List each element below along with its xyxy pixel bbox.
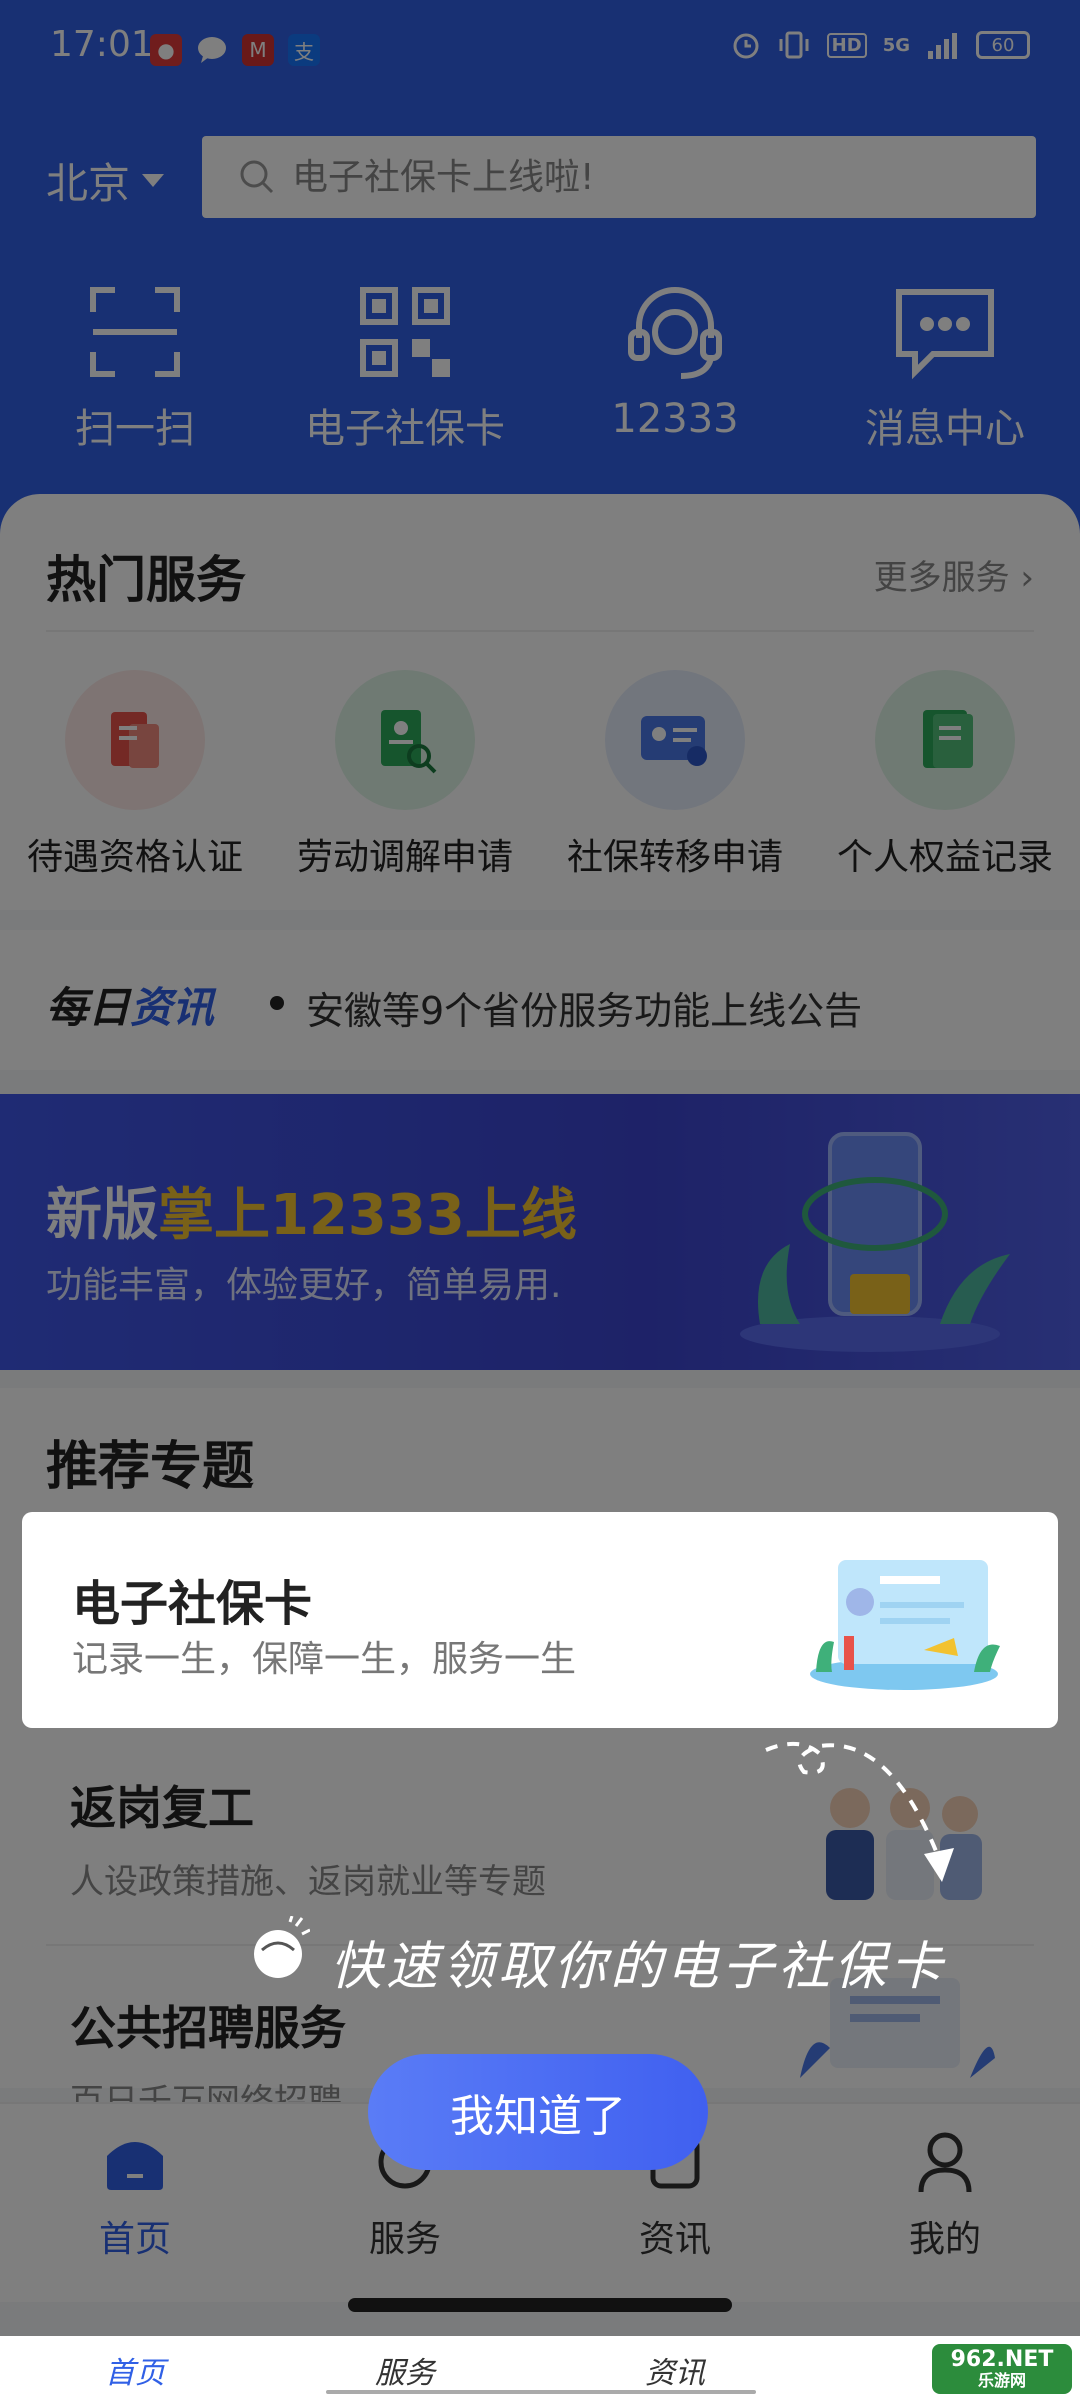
- strip-divider: [326, 2390, 756, 2394]
- watermark-line2: 乐游网: [977, 2371, 1026, 2391]
- got-it-button[interactable]: 我知道了: [368, 2054, 708, 2170]
- home-indicator[interactable]: [348, 2298, 732, 2312]
- guide-hint-text: 快速领取你的电子社保卡: [330, 1937, 947, 1997]
- dashed-arrow-icon: [765, 1742, 954, 1882]
- watermark-logo: 962.NET 乐游网: [932, 2344, 1072, 2394]
- social-card-illustration: [810, 1560, 1000, 1690]
- app-screen: 17:01 ● M 支 HD 5G 60 北京: [0, 0, 1080, 2336]
- topic-item-social-card-highlight[interactable]: 电子社保卡 记录一生，保障一生，服务一生: [22, 1512, 1058, 1728]
- character-face-icon: [254, 1916, 310, 1978]
- topic-subtitle: 记录一生，保障一生，服务一生: [72, 1639, 577, 1680]
- strip-label: 首页: [105, 2356, 165, 2391]
- topic-title: 电子社保卡: [72, 1576, 313, 1632]
- watermark-line1: 962.NET: [950, 2347, 1054, 2373]
